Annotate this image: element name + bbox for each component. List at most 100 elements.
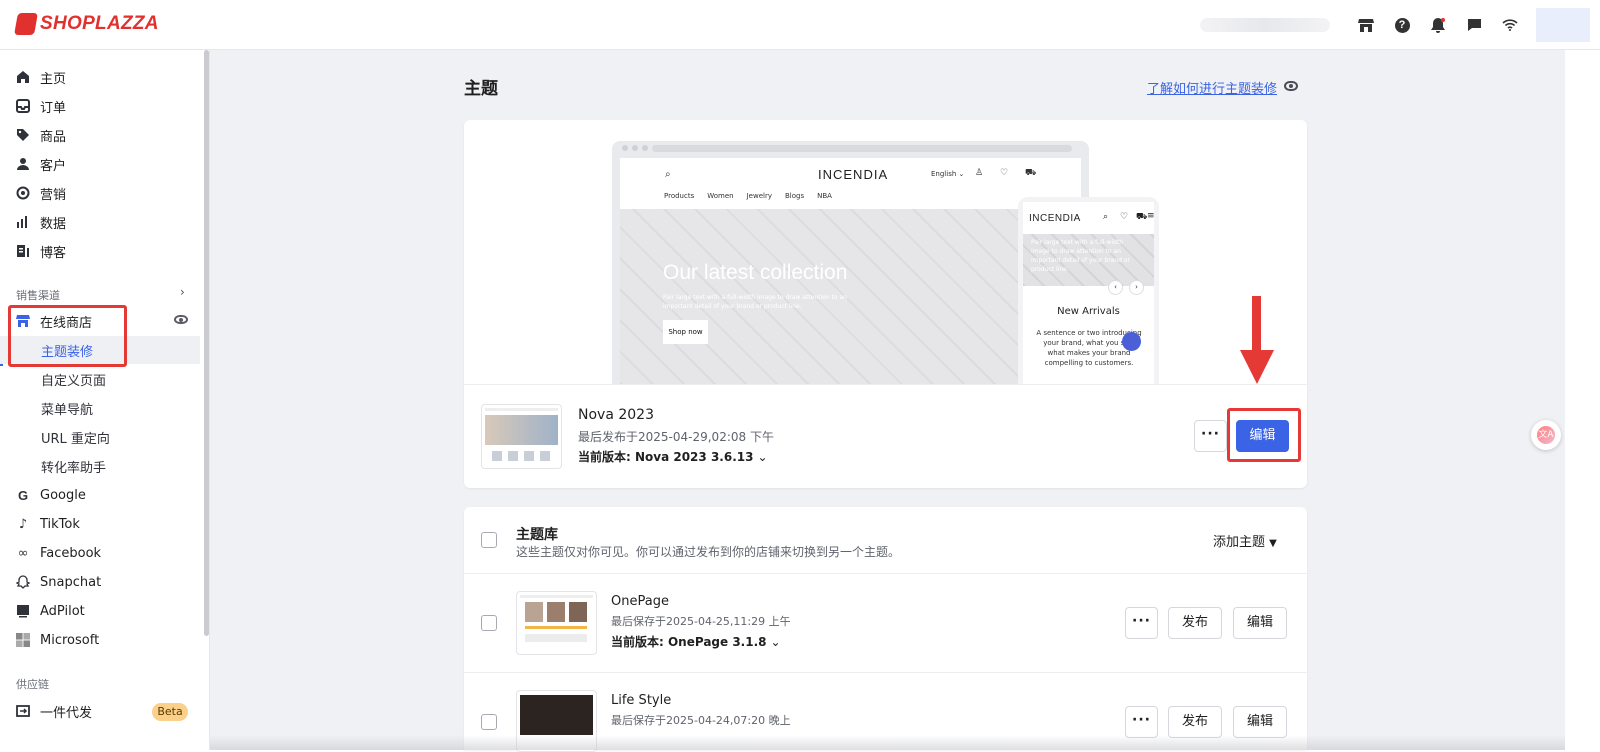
theme-row-version[interactable]: 当前版本: OnePage 3.1.8 ⌄ [611, 633, 781, 650]
top-icons: ? [1348, 0, 1528, 50]
sidebar-item-snapchat[interactable]: Snapchat [0, 568, 200, 596]
caret-down-icon: ▼ [1269, 538, 1277, 549]
bell-icon[interactable] [1420, 0, 1456, 50]
theme-row-publish-button[interactable]: 发布 [1168, 706, 1222, 738]
sales-channels-title: 销售渠道 [16, 289, 60, 302]
chevron-down-icon: ⌄ [757, 450, 768, 464]
eye-icon[interactable] [1284, 81, 1298, 91]
sidebar-item-facebook[interactable]: ∞ Facebook [0, 539, 200, 567]
sidebar-item-label: 数据 [40, 216, 67, 232]
person-icon [16, 157, 30, 171]
add-theme-dropdown[interactable]: 添加主题 ▼ [1213, 531, 1277, 550]
theme-row-publish-button[interactable]: 发布 [1168, 607, 1222, 639]
add-theme-label: 添加主题 [1213, 535, 1266, 550]
help-icon[interactable]: ? [1384, 0, 1420, 50]
mobile-slider-arrows: ‹ › [1108, 280, 1144, 295]
meta-icon: ∞ [17, 545, 29, 561]
preview-nav-item: Blogs [784, 192, 805, 200]
sidebar-item-label: AdPilot [40, 603, 85, 619]
sidebar-item-label: Facebook [40, 545, 102, 561]
card-divider [464, 384, 1307, 385]
theme-row-checkbox[interactable] [481, 714, 497, 730]
sidebar-item-marketing[interactable]: 营销 [0, 179, 200, 207]
sidebar-item-analytics[interactable]: 数据 [0, 208, 200, 236]
current-theme-version-label: 当前版本: Nova 2023 3.6.13 [578, 450, 754, 464]
preview-nav-item: Products [664, 192, 695, 200]
supply-chain-title: 供应链 [16, 678, 49, 691]
sidebar-subitem-custom-pages[interactable]: 自定义页面 [0, 365, 200, 393]
preview-hero-subtitle: Pair large text with a full-width image … [663, 294, 847, 310]
sidebar-item-adpilot[interactable]: AdPilot [0, 597, 200, 625]
google-icon: G [17, 487, 29, 503]
theme-row-checkbox[interactable] [481, 615, 497, 631]
sidebar-item-home[interactable]: 主页 [0, 63, 200, 91]
translate-icon: 文A [1537, 426, 1555, 444]
sidebar-item-customers[interactable]: 客户 [0, 150, 200, 178]
preview-nav-item: Jewelry [746, 192, 772, 200]
theme-row-more-button[interactable]: ··· [1125, 706, 1158, 738]
preview-url-bar [652, 145, 1072, 152]
library-divider [464, 573, 1307, 574]
eye-icon[interactable] [174, 315, 188, 324]
logo-text: SHOPLAZZA [40, 13, 159, 34]
theme-row-edit-button[interactable]: 编辑 [1233, 607, 1287, 639]
sidebar-item-google[interactable]: G Google [0, 481, 200, 509]
library-select-all-checkbox[interactable] [481, 532, 497, 548]
heart-icon: ♡ [1000, 168, 1009, 178]
sidebar-subitem-conversion[interactable]: 转化率助手 [0, 452, 200, 480]
shoplazza-logo[interactable]: SHOPLAZZA [14, 13, 159, 35]
sidebar-item-label: 订单 [40, 100, 67, 116]
sidebar-item-label: 客户 [40, 158, 67, 174]
sidebar-scrollbar[interactable] [204, 50, 209, 636]
theme-row-saved: 最后保存于2025-04-24,07:20 晚上 [611, 714, 791, 727]
preview-shop-now: Shop now [663, 320, 708, 344]
menu-icon: ≡ [1147, 211, 1155, 221]
avatar[interactable] [1536, 8, 1590, 42]
wifi-icon[interactable] [1492, 0, 1528, 50]
preview-hero-title: Our latest collection [663, 261, 848, 284]
theme-row-version-label: 当前版本: OnePage 3.1.8 [611, 635, 767, 649]
tag-icon [16, 128, 30, 142]
sidebar-item-tiktok[interactable]: ♪ TikTok [0, 510, 200, 538]
chat-bubble-icon [1122, 332, 1141, 351]
theme-row-more-button[interactable]: ··· [1125, 607, 1158, 639]
preview-nav-item: NBA [817, 192, 832, 200]
preview-brand: INCENDIA [818, 167, 889, 182]
help-glyph: ? [1394, 17, 1410, 33]
search-icon: ⌕ [665, 169, 671, 180]
sidebar-item-orders[interactable]: 订单 [0, 92, 200, 120]
mobile-hero-text: Pair large text with a full-width image … [1031, 239, 1131, 273]
search-icon: ⌕ [1103, 212, 1109, 222]
preview-page: ⌕ INCENDIA English ⌄ ♙ ♡ ⛟ Products Wome… [620, 158, 1081, 384]
mobile-new-arrivals: New Arrivals [1057, 306, 1120, 317]
cart-icon: ⛟ [1136, 212, 1148, 222]
store-icon[interactable] [1348, 0, 1384, 50]
sidebar-item-label: 一件代发 [40, 705, 93, 721]
learn-theme-link[interactable]: 了解如何进行主题装修 [1147, 78, 1277, 97]
sidebar-item-microsoft[interactable]: Microsoft [0, 626, 200, 654]
preview-nav-item: Women [707, 192, 734, 200]
preview-language: English ⌄ [931, 170, 965, 178]
sidebar-subitem-url-redirect[interactable]: URL 重定向 [0, 423, 200, 451]
translate-float-button[interactable]: 文A [1531, 420, 1561, 450]
chevron-left-icon: ‹ [1108, 280, 1123, 295]
chevron-right-icon[interactable]: › [180, 285, 185, 299]
sidebar-item-products[interactable]: 商品 [0, 121, 200, 149]
theme-row-name: OnePage [611, 594, 669, 609]
preview-hero: Our latest collection Pair large text wi… [620, 209, 1081, 384]
logo-mark-icon [14, 13, 38, 35]
right-edge-panel [1565, 50, 1600, 750]
current-theme-version[interactable]: 当前版本: Nova 2023 3.6.13 ⌄ [578, 448, 768, 465]
annotation-arrow-shaft [1252, 296, 1261, 354]
sidebar-item-label: 商品 [40, 129, 67, 145]
dropship-icon [16, 704, 30, 718]
theme-row-edit-button[interactable]: 编辑 [1233, 706, 1287, 738]
preview-nav: Products Women Jewelry Blogs NBA [664, 192, 832, 200]
store-name-blurred[interactable] [1200, 18, 1330, 32]
sidebar-item-blog[interactable]: 博客 [0, 237, 200, 265]
mobile-page: INCENDIA ⌕ ♡ ⛟ ≡ Pair large text with a … [1023, 202, 1155, 384]
chat-icon[interactable] [1456, 0, 1492, 50]
sidebar-subitem-menu[interactable]: 菜单导航 [0, 394, 200, 422]
current-theme-more-button[interactable]: ··· [1194, 420, 1227, 452]
top-bar: SHOPLAZZA ? [0, 0, 1600, 50]
